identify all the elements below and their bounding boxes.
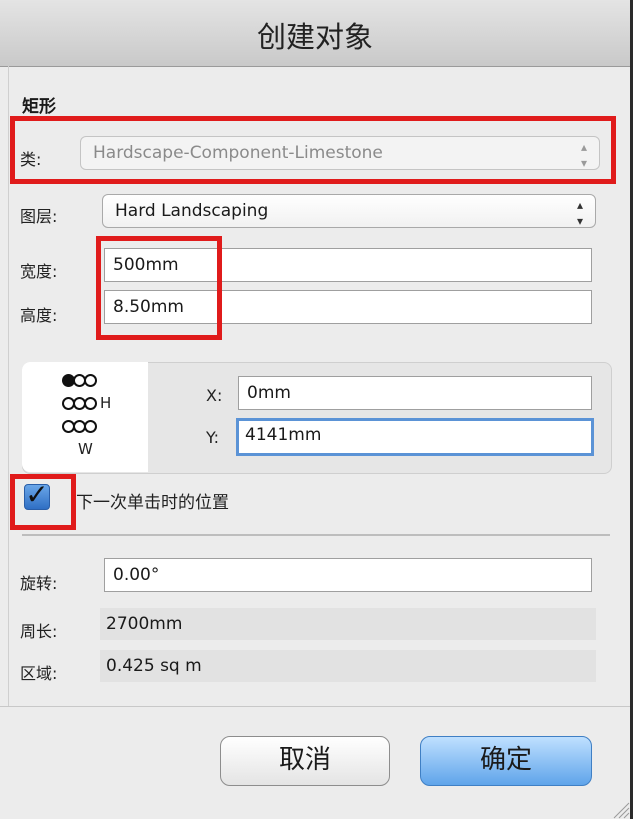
perimeter-value: 2700mm — [100, 608, 596, 640]
resize-grip-icon[interactable] — [610, 799, 630, 819]
rotation-label: 旋转: — [20, 574, 58, 593]
anchor-point-top-right[interactable] — [84, 374, 97, 387]
anchor-point-middle-right[interactable] — [84, 397, 97, 410]
layer-label: 图层: — [20, 207, 58, 226]
select-arrows-icon: ▴ ▾ — [576, 198, 583, 228]
ok-button[interactable]: 确定 — [420, 736, 592, 786]
section-title: 矩形 — [22, 97, 56, 117]
area-label: 区域: — [20, 664, 58, 683]
x-field[interactable]: 0mm — [238, 376, 592, 410]
left-divider — [8, 66, 9, 706]
anchor-h-label: H — [100, 394, 112, 412]
x-label: X: — [206, 386, 223, 405]
y-field[interactable]: 4141mm — [236, 418, 594, 456]
create-object-dialog: 创建对象 矩形 类: Hardscape-Component-Limestone… — [0, 0, 633, 819]
rotation-field[interactable]: 0.00° — [104, 558, 592, 592]
cancel-button[interactable]: 取消 — [220, 736, 390, 786]
checkbox-highlight-box — [10, 474, 76, 530]
y-label: Y: — [206, 428, 220, 447]
layer-select[interactable]: Hard Landscaping ▴ ▾ — [102, 194, 596, 228]
layer-select-value: Hard Landscaping — [115, 201, 269, 221]
height-label: 高度: — [20, 306, 58, 325]
dimensions-highlight-box — [96, 236, 222, 340]
width-label: 宽度: — [20, 262, 58, 281]
perimeter-label: 周长: — [20, 622, 58, 641]
class-highlight-box — [10, 116, 616, 184]
anchor-point-bottom-right[interactable] — [84, 420, 97, 433]
title-bar[interactable]: 创建对象 — [0, 0, 630, 67]
dialog-title: 创建对象 — [256, 20, 373, 54]
anchor-w-label: W — [78, 440, 93, 458]
section-divider — [22, 534, 610, 536]
area-value: 0.425 sq m — [100, 650, 596, 682]
next-click-label: 下一次单击时的位置 — [76, 493, 229, 513]
footer-divider — [0, 706, 630, 707]
